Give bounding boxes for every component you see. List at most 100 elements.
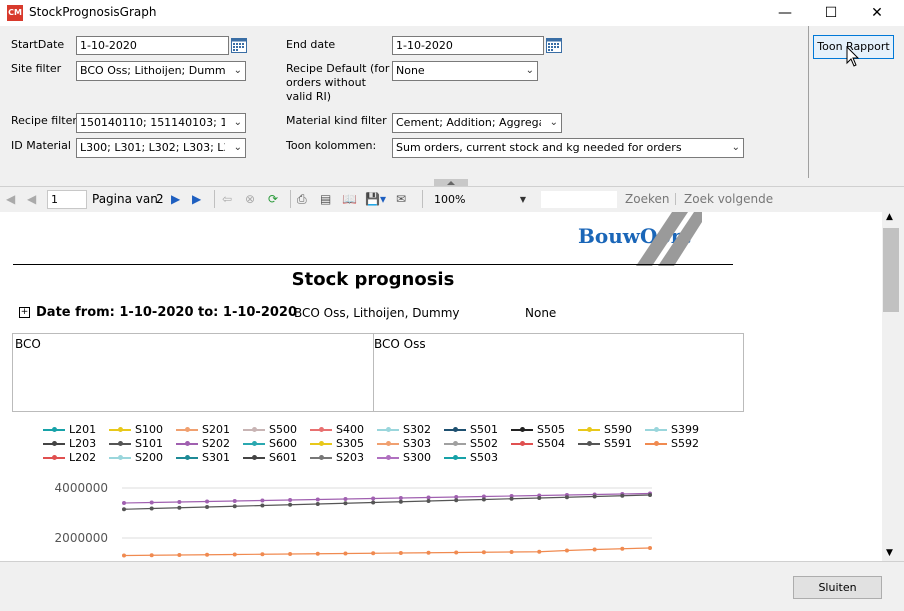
maximize-button[interactable]: ☐ [808, 0, 854, 26]
legend-label: S203 [336, 451, 364, 464]
data-point [537, 496, 542, 500]
legend-item: S202 [176, 437, 230, 451]
legend-item: S400 [310, 423, 364, 437]
toolbar-separator [214, 190, 215, 208]
legend-swatch [243, 427, 265, 432]
legend-label: S200 [135, 451, 163, 464]
legend-swatch [176, 427, 198, 432]
vertical-scrollbar[interactable]: ▲ ▼ [882, 212, 900, 561]
legend-item: S592 [645, 437, 699, 451]
legend-label: S502 [470, 437, 498, 450]
data-point [398, 551, 403, 555]
calendar-icon[interactable] [231, 37, 247, 53]
legend-label: S201 [202, 423, 230, 436]
calendar-icon[interactable] [546, 37, 562, 53]
print-icon[interactable]: ⎙ [297, 190, 307, 208]
scroll-up-icon[interactable]: ▲ [886, 212, 893, 222]
refresh-icon[interactable]: ⟳ [268, 190, 278, 208]
end-date-label: End date [286, 38, 336, 51]
scroll-down-icon[interactable]: ▼ [886, 548, 893, 558]
legend-swatch [243, 455, 265, 460]
search-button[interactable]: Zoeken [625, 190, 669, 208]
id-material-dropdown[interactable]: L300; L301; L302; L303; L306; ⌄ [76, 138, 246, 158]
print-layout-icon[interactable]: ▤ [320, 190, 331, 208]
legend-swatch [109, 455, 131, 460]
close-dialog-button[interactable]: Sluiten [793, 576, 882, 599]
export-icon[interactable]: 💾▾ [365, 190, 386, 208]
data-point [564, 548, 569, 553]
legend-label: S591 [604, 437, 632, 450]
close-button[interactable]: ✕ [854, 0, 900, 26]
legend-item: L203 [43, 437, 96, 451]
start-date-input[interactable]: 1-10-2020 [76, 36, 229, 55]
legend-swatch [511, 427, 533, 432]
legend-swatch [377, 427, 399, 432]
legend-swatch [578, 441, 600, 446]
stock-chart: 4000000 2000000 [55, 481, 652, 558]
legend-item: S504 [511, 437, 565, 451]
toon-kolommen-dropdown[interactable]: Sum orders, current stock and kg needed … [392, 138, 744, 158]
stop-icon[interactable]: ⊗ [245, 190, 255, 208]
legend-item: S101 [109, 437, 163, 451]
panel-splitter[interactable] [434, 179, 468, 186]
legend-swatch [43, 441, 65, 446]
material-kind-dropdown[interactable]: Cement; Addition; Aggregat ⌄ [392, 113, 562, 133]
legend-item: S301 [176, 451, 230, 465]
data-point [371, 500, 376, 505]
legend-label: S505 [537, 423, 565, 436]
legend-item: S500 [243, 423, 297, 437]
recipe-default-label-1: Recipe Default (for [286, 62, 390, 75]
legend-label: S303 [403, 437, 431, 450]
recipe-default-dropdown[interactable]: None ⌄ [392, 61, 538, 81]
report-viewer: BouwOort Stock prognosis + Date from: 1-… [0, 212, 882, 561]
legend-label: S500 [269, 423, 297, 436]
site-filter-dropdown[interactable]: BCO Oss; Lithoijen; Dummy ⌄ [76, 61, 246, 81]
legend-item: S203 [310, 451, 364, 465]
id-material-label: ID Material [11, 139, 71, 152]
data-point [509, 496, 514, 501]
legend-swatch [511, 441, 533, 446]
data-point [205, 505, 210, 509]
first-page-icon[interactable]: ◀​ [6, 190, 15, 208]
data-point [454, 550, 459, 555]
data-point [232, 499, 237, 503]
page-setup-icon[interactable]: 📖 [342, 190, 357, 208]
minimize-button[interactable]: — [762, 0, 808, 26]
chevron-down-icon: ⌄ [731, 142, 740, 153]
legend-swatch [377, 441, 399, 446]
legend-item: S601 [243, 451, 297, 465]
data-point [398, 499, 403, 504]
data-point [426, 495, 431, 500]
back-icon[interactable]: ⇦ [222, 190, 232, 208]
previous-page-icon[interactable]: ◀ [27, 190, 36, 208]
last-page-icon[interactable]: ▶​ [192, 190, 201, 208]
data-point [122, 553, 126, 558]
search-input[interactable] [540, 190, 618, 209]
legend-label: S399 [671, 423, 699, 436]
data-point [537, 549, 542, 554]
legend-swatch [444, 441, 466, 446]
recipe-filter-dropdown[interactable]: 150140110; 151140103; 15114 ⌄ [76, 113, 246, 133]
data-point [592, 494, 597, 499]
page-number-input[interactable]: 1 [47, 190, 87, 209]
zoom-dropdown[interactable]: 100% ▼ [430, 190, 530, 210]
mouse-cursor-icon [846, 46, 860, 67]
email-icon[interactable]: ✉ [396, 190, 406, 208]
scrollbar-thumb[interactable] [883, 228, 899, 312]
legend-item: S201 [176, 423, 230, 437]
chevron-down-icon: ⌄ [233, 65, 242, 76]
data-point [564, 495, 569, 500]
legend-swatch [43, 427, 65, 432]
legend-swatch [176, 455, 198, 460]
data-point [177, 553, 182, 557]
legend-swatch [444, 427, 466, 432]
site-filter-value: BCO Oss; Lithoijen; Dummy [80, 64, 225, 77]
site-filter-label: Site filter [11, 62, 62, 75]
next-page-icon[interactable]: ▶ [171, 190, 180, 208]
end-date-input[interactable]: 1-10-2020 [392, 36, 544, 55]
legend-item: S600 [243, 437, 297, 451]
legend-label: S300 [403, 451, 431, 464]
legend-item: S502 [444, 437, 498, 451]
search-next-button[interactable]: Zoek volgende [684, 190, 773, 208]
legend-label: S202 [202, 437, 230, 450]
